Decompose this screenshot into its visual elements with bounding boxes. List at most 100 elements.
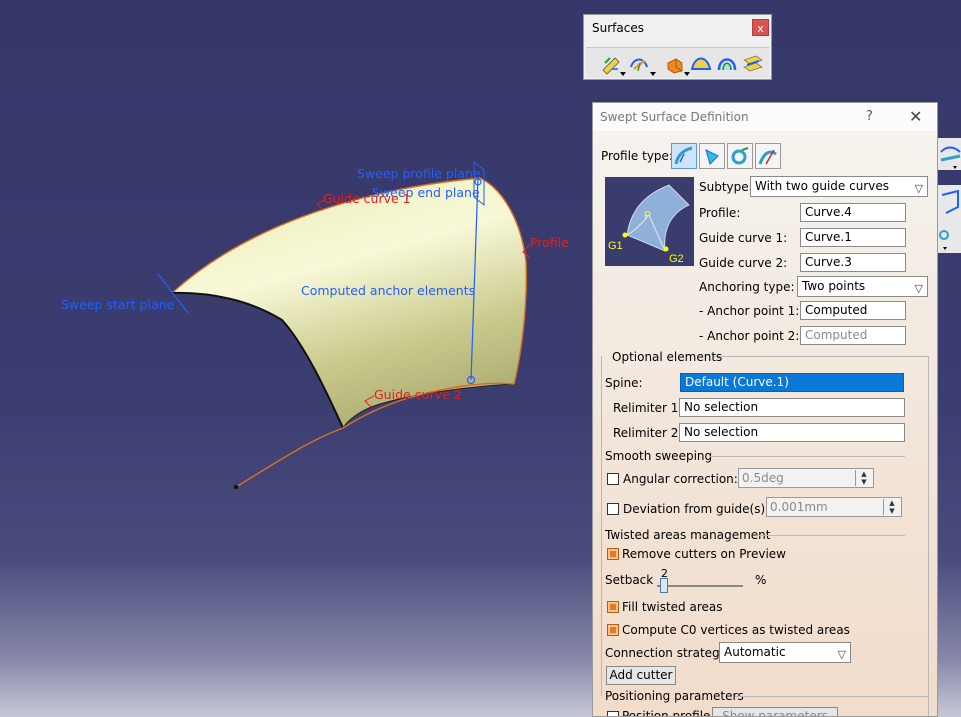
chevron-down-icon: ▽ bbox=[914, 182, 923, 195]
label-computed-anchor: Computed anchor elements bbox=[301, 283, 476, 298]
profile-label: Profile: bbox=[699, 206, 741, 220]
anchoring-type-value: Two points bbox=[802, 279, 866, 293]
line-profile-icon bbox=[705, 149, 719, 165]
setback-slider-track[interactable] bbox=[657, 585, 743, 587]
revolve-icon[interactable] bbox=[628, 53, 650, 75]
deviation-spinner: 0.001mm ▲ ▼ bbox=[766, 497, 902, 517]
preview-label-g2: G2 bbox=[669, 253, 684, 265]
explicit-profile-icon bbox=[674, 146, 693, 165]
profile-type-conic[interactable] bbox=[755, 143, 781, 169]
label-sweep-profile-plane: Sweep profile plane bbox=[357, 166, 481, 181]
profile-type-label: Profile type: bbox=[601, 149, 673, 163]
spine-label: Spine: bbox=[605, 376, 643, 390]
surfaces-toolbar-close-button[interactable]: x bbox=[752, 19, 769, 36]
anchoring-type-combo[interactable]: Two points ▽ bbox=[797, 276, 928, 297]
help-button[interactable]: ? bbox=[866, 109, 873, 124]
angular-correction-label: Angular correction: bbox=[623, 472, 738, 486]
connection-strategy-value: Automatic bbox=[724, 645, 786, 659]
setback-slider-thumb[interactable] bbox=[660, 578, 668, 593]
profile-type-explicit[interactable] bbox=[671, 143, 697, 169]
smooth-sweeping-line bbox=[709, 456, 905, 457]
partial-toolbar-1[interactable] bbox=[937, 138, 961, 170]
subtype-label: Subtype: bbox=[699, 180, 753, 194]
label-guide-curve-2: Guide curve 2 bbox=[374, 387, 462, 402]
dialog-title: Swept Surface Definition bbox=[600, 110, 749, 124]
anchor-point-1-label: - Anchor point 1: bbox=[699, 304, 800, 318]
show-parameters-button: Show parameters >> bbox=[712, 707, 838, 716]
remove-cutters-label: Remove cutters on Preview bbox=[622, 547, 786, 561]
chevron-down-icon: ▽ bbox=[914, 282, 923, 295]
guide-curve-1-label: Guide curve 1: bbox=[699, 231, 788, 245]
close-button[interactable]: ✕ bbox=[909, 107, 922, 126]
label-profile: Profile bbox=[530, 235, 569, 250]
connection-strategy-label: Connection strategy: bbox=[605, 646, 730, 660]
smooth-sweeping-title: Smooth sweeping bbox=[605, 449, 713, 463]
subtype-preview: P G1 G2 bbox=[605, 177, 694, 266]
profile-field[interactable]: Curve.4 bbox=[800, 203, 906, 222]
surfaces-toolbar-strip bbox=[586, 47, 769, 78]
angular-correction-spinner: 0.5deg ▲ ▼ bbox=[738, 468, 874, 488]
blend-icon[interactable] bbox=[742, 53, 764, 75]
subtype-combo[interactable]: With two guide curves ▽ bbox=[750, 176, 928, 197]
partial-toolbar-2-icon[interactable] bbox=[938, 185, 961, 253]
profile-type-line[interactable] bbox=[699, 143, 725, 169]
anchor-point-1-field[interactable]: Computed bbox=[800, 301, 906, 320]
remove-cutters-checkbox[interactable] bbox=[607, 548, 619, 560]
conic-profile-icon bbox=[758, 149, 777, 165]
guide-curve-1-field[interactable]: Curve.1 bbox=[800, 228, 906, 247]
positioning-title: Positioning parameters bbox=[605, 689, 744, 703]
twisted-areas-line bbox=[756, 535, 905, 536]
fill-twisted-checkbox[interactable] bbox=[607, 601, 619, 613]
circle-profile-icon bbox=[731, 147, 749, 165]
anchoring-type-label: Anchoring type: bbox=[699, 280, 795, 294]
relimiter-2-field[interactable]: No selection bbox=[679, 423, 905, 442]
extrude-dropdown-icon[interactable] bbox=[620, 72, 626, 76]
guide-curve-2-field[interactable]: Curve.3 bbox=[800, 253, 906, 272]
twisted-areas-title: Twisted areas management bbox=[605, 528, 771, 542]
extrude-icon[interactable] bbox=[600, 53, 622, 75]
spine-field[interactable]: Default (Curve.1) bbox=[680, 373, 904, 392]
angular-correction-value: 0.5deg bbox=[742, 471, 784, 485]
fill-icon[interactable] bbox=[690, 53, 712, 75]
revolve-dropdown-icon[interactable] bbox=[650, 72, 656, 76]
compute-c0-checkbox[interactable] bbox=[607, 624, 619, 636]
chevron-down-icon: ▽ bbox=[837, 648, 846, 661]
relimiter-2-label: Relimiter 2: bbox=[613, 426, 683, 440]
loft-icon[interactable] bbox=[716, 53, 738, 75]
anchor-point-2-field: Computed bbox=[800, 326, 906, 345]
position-profile-label: Position profile bbox=[622, 709, 711, 717]
angular-correction-checkbox[interactable] bbox=[607, 473, 619, 485]
optional-group-right-line bbox=[928, 356, 929, 716]
positioning-line bbox=[735, 696, 928, 697]
surfaces-toolbar-title: Surfaces bbox=[592, 21, 644, 35]
sweep-icon[interactable] bbox=[664, 53, 686, 75]
add-cutter-button[interactable]: Add cutter bbox=[606, 666, 676, 685]
label-sweep-start-plane: Sweep start plane bbox=[61, 297, 175, 312]
setback-label: Setback bbox=[605, 573, 654, 587]
relimiter-1-label: Relimiter 1: bbox=[613, 401, 683, 415]
dialog-titlebar[interactable]: Swept Surface Definition ? ✕ bbox=[593, 103, 937, 131]
anchor-point-2-label: - Anchor point 2: bbox=[699, 329, 800, 343]
subtype-value: With two guide curves bbox=[755, 179, 889, 193]
preview-label-p: P bbox=[644, 210, 651, 222]
deviation-value: 0.001mm bbox=[770, 500, 828, 514]
profile-type-circle[interactable] bbox=[727, 143, 753, 169]
relimiter-1-field[interactable]: No selection bbox=[679, 398, 905, 417]
setback-unit: % bbox=[755, 573, 767, 587]
optional-elements-title: Optional elements bbox=[612, 350, 723, 364]
label-guide-curve-1: Guide curve 1 bbox=[323, 191, 411, 206]
deviation-checkbox[interactable] bbox=[607, 503, 619, 515]
position-profile-checkbox[interactable] bbox=[607, 711, 619, 716]
surfaces-toolbar[interactable]: Surfaces x bbox=[583, 14, 772, 80]
preview-label-g1: G1 bbox=[608, 240, 623, 252]
deviation-spinner-buttons: ▲ ▼ bbox=[883, 499, 900, 515]
fill-twisted-label: Fill twisted areas bbox=[622, 600, 723, 614]
partial-toolbar-2[interactable] bbox=[937, 185, 961, 253]
connection-strategy-combo[interactable]: Automatic ▽ bbox=[719, 642, 851, 663]
swept-surface-dialog[interactable]: Swept Surface Definition ? ✕ Profile typ… bbox=[592, 102, 938, 717]
compute-c0-label: Compute C0 vertices as twisted areas bbox=[622, 623, 850, 637]
partial-toolbar-1-icon[interactable] bbox=[938, 138, 961, 170]
guide-curve-2-label: Guide curve 2: bbox=[699, 256, 788, 270]
guide-curve-endpoint[interactable] bbox=[233, 484, 239, 490]
optional-group-top-line bbox=[713, 356, 928, 357]
